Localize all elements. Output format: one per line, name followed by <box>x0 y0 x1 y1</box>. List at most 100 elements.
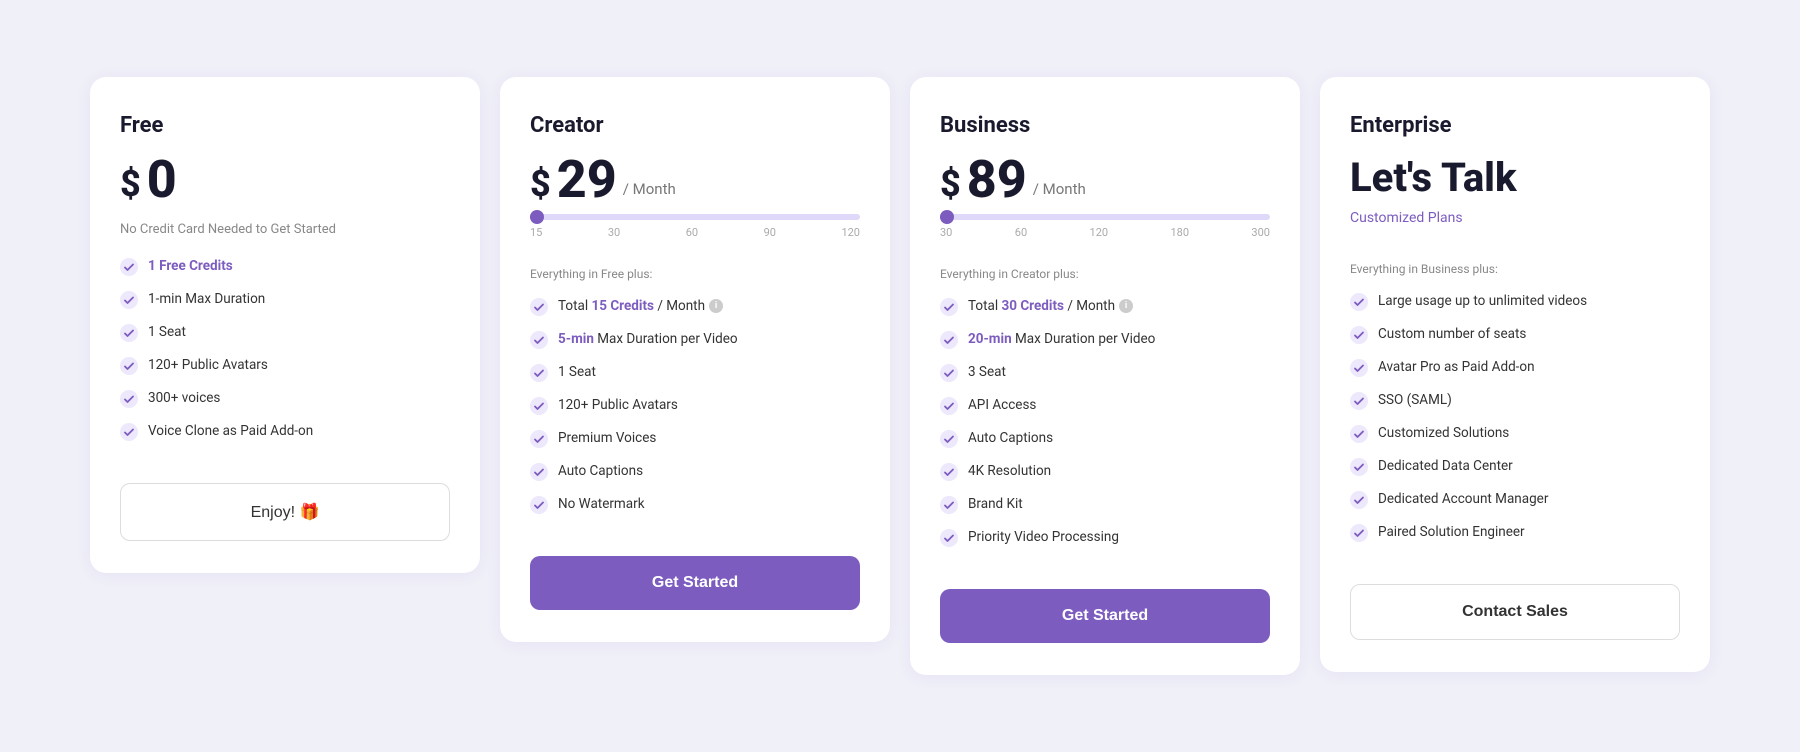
check-icon <box>1350 359 1368 377</box>
feature-text: 5-min Max Duration per Video <box>558 330 738 349</box>
feature-text: Auto Captions <box>558 462 643 481</box>
feature-text: API Access <box>968 396 1036 415</box>
slider-label: 30 <box>940 226 952 239</box>
feature-text: 4K Resolution <box>968 462 1051 481</box>
feature-text: 300+ voices <box>148 389 220 408</box>
slider-label: 120 <box>841 226 860 239</box>
check-icon <box>120 357 138 375</box>
check-icon <box>530 298 548 316</box>
check-icon <box>1350 392 1368 410</box>
check-icon <box>1350 458 1368 476</box>
cta-button-free[interactable]: Enjoy! 🎁 <box>120 483 450 541</box>
feature-item: 1 Seat <box>120 323 450 342</box>
feature-highlight: 1 Free Credits <box>148 258 233 274</box>
feature-text: Brand Kit <box>968 495 1023 514</box>
feature-text: Voice Clone as Paid Add-on <box>148 422 313 441</box>
feature-item: Premium Voices <box>530 429 860 448</box>
slider-label: 60 <box>686 226 698 239</box>
feature-item: 120+ Public Avatars <box>120 356 450 375</box>
slider-label: 120 <box>1090 226 1109 239</box>
check-icon <box>940 529 958 547</box>
feature-item: Priority Video Processing <box>940 528 1270 547</box>
feature-item: 120+ Public Avatars <box>530 396 860 415</box>
slider-thumb-business[interactable] <box>940 210 954 224</box>
slider-business[interactable]: 3060120180300 <box>940 214 1270 239</box>
plan-name-business: Business <box>940 113 1270 138</box>
plan-name-creator: Creator <box>530 113 860 138</box>
feature-text: Custom number of seats <box>1378 325 1526 344</box>
feature-text: Total 30 Credits / Monthi <box>968 297 1133 316</box>
price-subtitle-enterprise: Customized Plans <box>1350 210 1680 226</box>
cta-button-business[interactable]: Get Started <box>940 589 1270 643</box>
feature-item: Auto Captions <box>530 462 860 481</box>
feature-item: 20-min Max Duration per Video <box>940 330 1270 349</box>
slider-label: 90 <box>764 226 776 239</box>
slider-label: 30 <box>608 226 620 239</box>
feature-item: 1 Free Credits <box>120 257 450 276</box>
check-icon <box>120 423 138 441</box>
feature-item: 1 Seat <box>530 363 860 382</box>
price-dollar-free: $ <box>120 163 141 206</box>
feature-item: Dedicated Data Center <box>1350 457 1680 476</box>
feature-list-creator: Total 15 Credits / Monthi 5-min Max Dura… <box>530 297 860 528</box>
feature-list-free: 1 Free Credits 1-min Max Duration 1 Seat <box>120 257 450 455</box>
feature-item: 1-min Max Duration <box>120 290 450 309</box>
slider-labels-creator: 15306090120 <box>530 226 860 239</box>
feature-item: Large usage up to unlimited videos <box>1350 292 1680 311</box>
feature-highlight: 15 Credits <box>592 298 654 314</box>
feature-text: No Watermark <box>558 495 645 514</box>
feature-item: 300+ voices <box>120 389 450 408</box>
check-icon <box>940 430 958 448</box>
price-special-enterprise: Let's Talk <box>1350 154 1680 202</box>
plan-card-creator: Creator $ 29 / Month 15306090120 Everyth… <box>500 77 890 642</box>
info-icon[interactable]: i <box>709 299 723 313</box>
feature-text: 1-min Max Duration <box>148 290 265 309</box>
feature-item: Paired Solution Engineer <box>1350 523 1680 542</box>
feature-item: Dedicated Account Manager <box>1350 490 1680 509</box>
info-icon[interactable]: i <box>1119 299 1133 313</box>
check-icon <box>120 258 138 276</box>
feature-item: API Access <box>940 396 1270 415</box>
feature-text: Auto Captions <box>968 429 1053 448</box>
check-icon <box>530 364 548 382</box>
check-icon <box>530 496 548 514</box>
slider-thumb-creator[interactable] <box>530 210 544 224</box>
slider-label: 60 <box>1015 226 1027 239</box>
check-icon <box>530 430 548 448</box>
plan-card-business: Business $ 89 / Month 3060120180300 Ever… <box>910 77 1300 675</box>
feature-text: 3 Seat <box>968 363 1006 382</box>
feature-text: Large usage up to unlimited videos <box>1378 292 1587 311</box>
price-period-creator: / Month <box>623 180 676 198</box>
feature-item: SSO (SAML) <box>1350 391 1680 410</box>
check-icon <box>530 397 548 415</box>
feature-item: Avatar Pro as Paid Add-on <box>1350 358 1680 377</box>
feature-list-business: Total 30 Credits / Monthi 20-min Max Dur… <box>940 297 1270 561</box>
slider-track-business <box>940 214 1270 220</box>
check-icon <box>530 331 548 349</box>
feature-highlight: 20-min <box>968 331 1012 347</box>
plan-name-free: Free <box>120 113 450 138</box>
check-icon <box>940 331 958 349</box>
pricing-container: Free $ 0 No Credit Card Needed to Get St… <box>20 77 1780 675</box>
feature-text: Dedicated Account Manager <box>1378 490 1548 509</box>
feature-item: No Watermark <box>530 495 860 514</box>
check-icon <box>940 496 958 514</box>
everything-label-enterprise: Everything in Business plus: <box>1350 262 1680 276</box>
check-icon <box>940 463 958 481</box>
feature-item: 5-min Max Duration per Video <box>530 330 860 349</box>
slider-creator[interactable]: 15306090120 <box>530 214 860 239</box>
feature-text: SSO (SAML) <box>1378 391 1452 410</box>
everything-label-creator: Everything in Free plus: <box>530 267 860 281</box>
feature-item: Total 15 Credits / Monthi <box>530 297 860 316</box>
price-amount-business: 89 <box>967 154 1027 206</box>
slider-labels-business: 3060120180300 <box>940 226 1270 239</box>
price-row-free: $ 0 <box>120 154 450 206</box>
cta-button-creator[interactable]: Get Started <box>530 556 860 610</box>
price-period-business: / Month <box>1033 180 1086 198</box>
feature-item: Voice Clone as Paid Add-on <box>120 422 450 441</box>
cta-button-enterprise[interactable]: Contact Sales <box>1350 584 1680 640</box>
feature-text: 120+ Public Avatars <box>558 396 678 415</box>
feature-text: 20-min Max Duration per Video <box>968 330 1155 349</box>
price-amount-creator: 29 <box>557 154 617 206</box>
slider-track-creator <box>530 214 860 220</box>
